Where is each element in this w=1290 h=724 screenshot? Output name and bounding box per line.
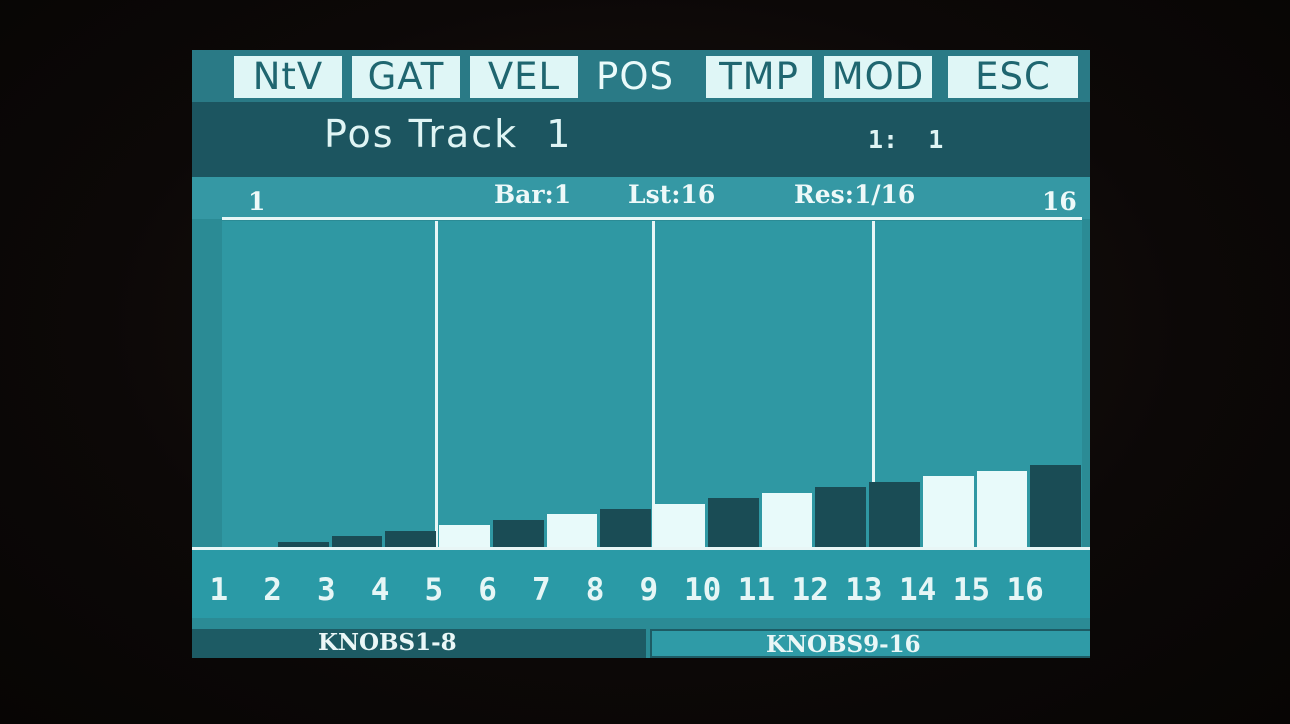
graph-top-line: [222, 217, 1082, 220]
beat-divider: [652, 221, 655, 547]
knobs-1-8-label: KNOBS1-8: [318, 629, 457, 656]
step-bar[interactable]: [1030, 465, 1081, 547]
knobs-9-16-label: KNOBS9-16: [766, 631, 921, 658]
beat-divider: [435, 221, 438, 547]
step-number: 10: [683, 572, 722, 608]
step-number: 1: [209, 572, 229, 608]
tab-bar: NtV GAT VEL POS TMP MOD ESC: [192, 50, 1090, 102]
resolution-value: Res:1/16: [794, 180, 916, 209]
step-bar[interactable]: [492, 520, 544, 547]
step-number: 4: [370, 572, 390, 608]
page-title: Pos Track 1: [324, 112, 573, 156]
range-start: 1: [248, 187, 266, 216]
tab-vel[interactable]: VEL: [470, 56, 578, 98]
step-bar[interactable]: [976, 471, 1028, 547]
step-bar[interactable]: [922, 476, 974, 547]
step-number: 11: [737, 572, 776, 608]
tab-ntv[interactable]: NtV: [234, 56, 342, 98]
step-number: 12: [791, 572, 829, 608]
step-number: 9: [639, 572, 659, 608]
step-number: 7: [532, 572, 551, 608]
step-number: 8: [585, 572, 605, 608]
step-number: 13: [845, 572, 883, 608]
knobs-1-8-section[interactable]: KNOBS1-8: [192, 629, 646, 658]
tab-gat[interactable]: GAT: [352, 56, 460, 98]
step-bar[interactable]: [815, 487, 866, 547]
knobs-9-16-section[interactable]: KNOBS9-16: [650, 629, 1090, 658]
step-bar[interactable]: [654, 504, 705, 547]
step-bar[interactable]: [707, 498, 759, 547]
step-number: 14: [898, 572, 937, 608]
range-end: 16: [1042, 187, 1077, 216]
step-bar[interactable]: [546, 514, 598, 547]
step-number: 15: [952, 572, 991, 608]
title-bar: Pos Track 1 1: 1: [192, 102, 1090, 177]
step-bar[interactable]: [761, 493, 813, 547]
display-screen: NtV GAT VEL POS TMP MOD ESC Pos Track 1 …: [192, 50, 1090, 658]
step-bar[interactable]: [385, 531, 436, 547]
last-value: Lst:16: [628, 180, 716, 209]
step-number-row: 1 2 3 4 5 6 7 8 9 10 11 12 13 14 15 16: [192, 550, 1090, 618]
tab-pos[interactable]: POS: [584, 56, 686, 98]
step-number: 5: [424, 572, 444, 608]
tab-tmp[interactable]: TMP: [706, 56, 812, 98]
step-number: 3: [317, 572, 336, 608]
step-number: 2: [263, 572, 282, 608]
step-number: 16: [1006, 572, 1044, 608]
tab-mod[interactable]: MOD: [824, 56, 932, 98]
step-number: 6: [478, 572, 497, 608]
step-graph[interactable]: [222, 221, 1082, 547]
step-bar[interactable]: [331, 536, 383, 547]
tab-esc[interactable]: ESC: [948, 56, 1078, 98]
step-bar[interactable]: [869, 482, 920, 547]
step-bar[interactable]: [600, 509, 651, 547]
info-bar: 1 Bar:1 Lst:16 Res:1/16 16: [192, 177, 1090, 219]
position-readout: 1: 1: [868, 125, 944, 154]
step-bar[interactable]: [439, 525, 490, 547]
bar-value: Bar:1: [494, 180, 572, 209]
